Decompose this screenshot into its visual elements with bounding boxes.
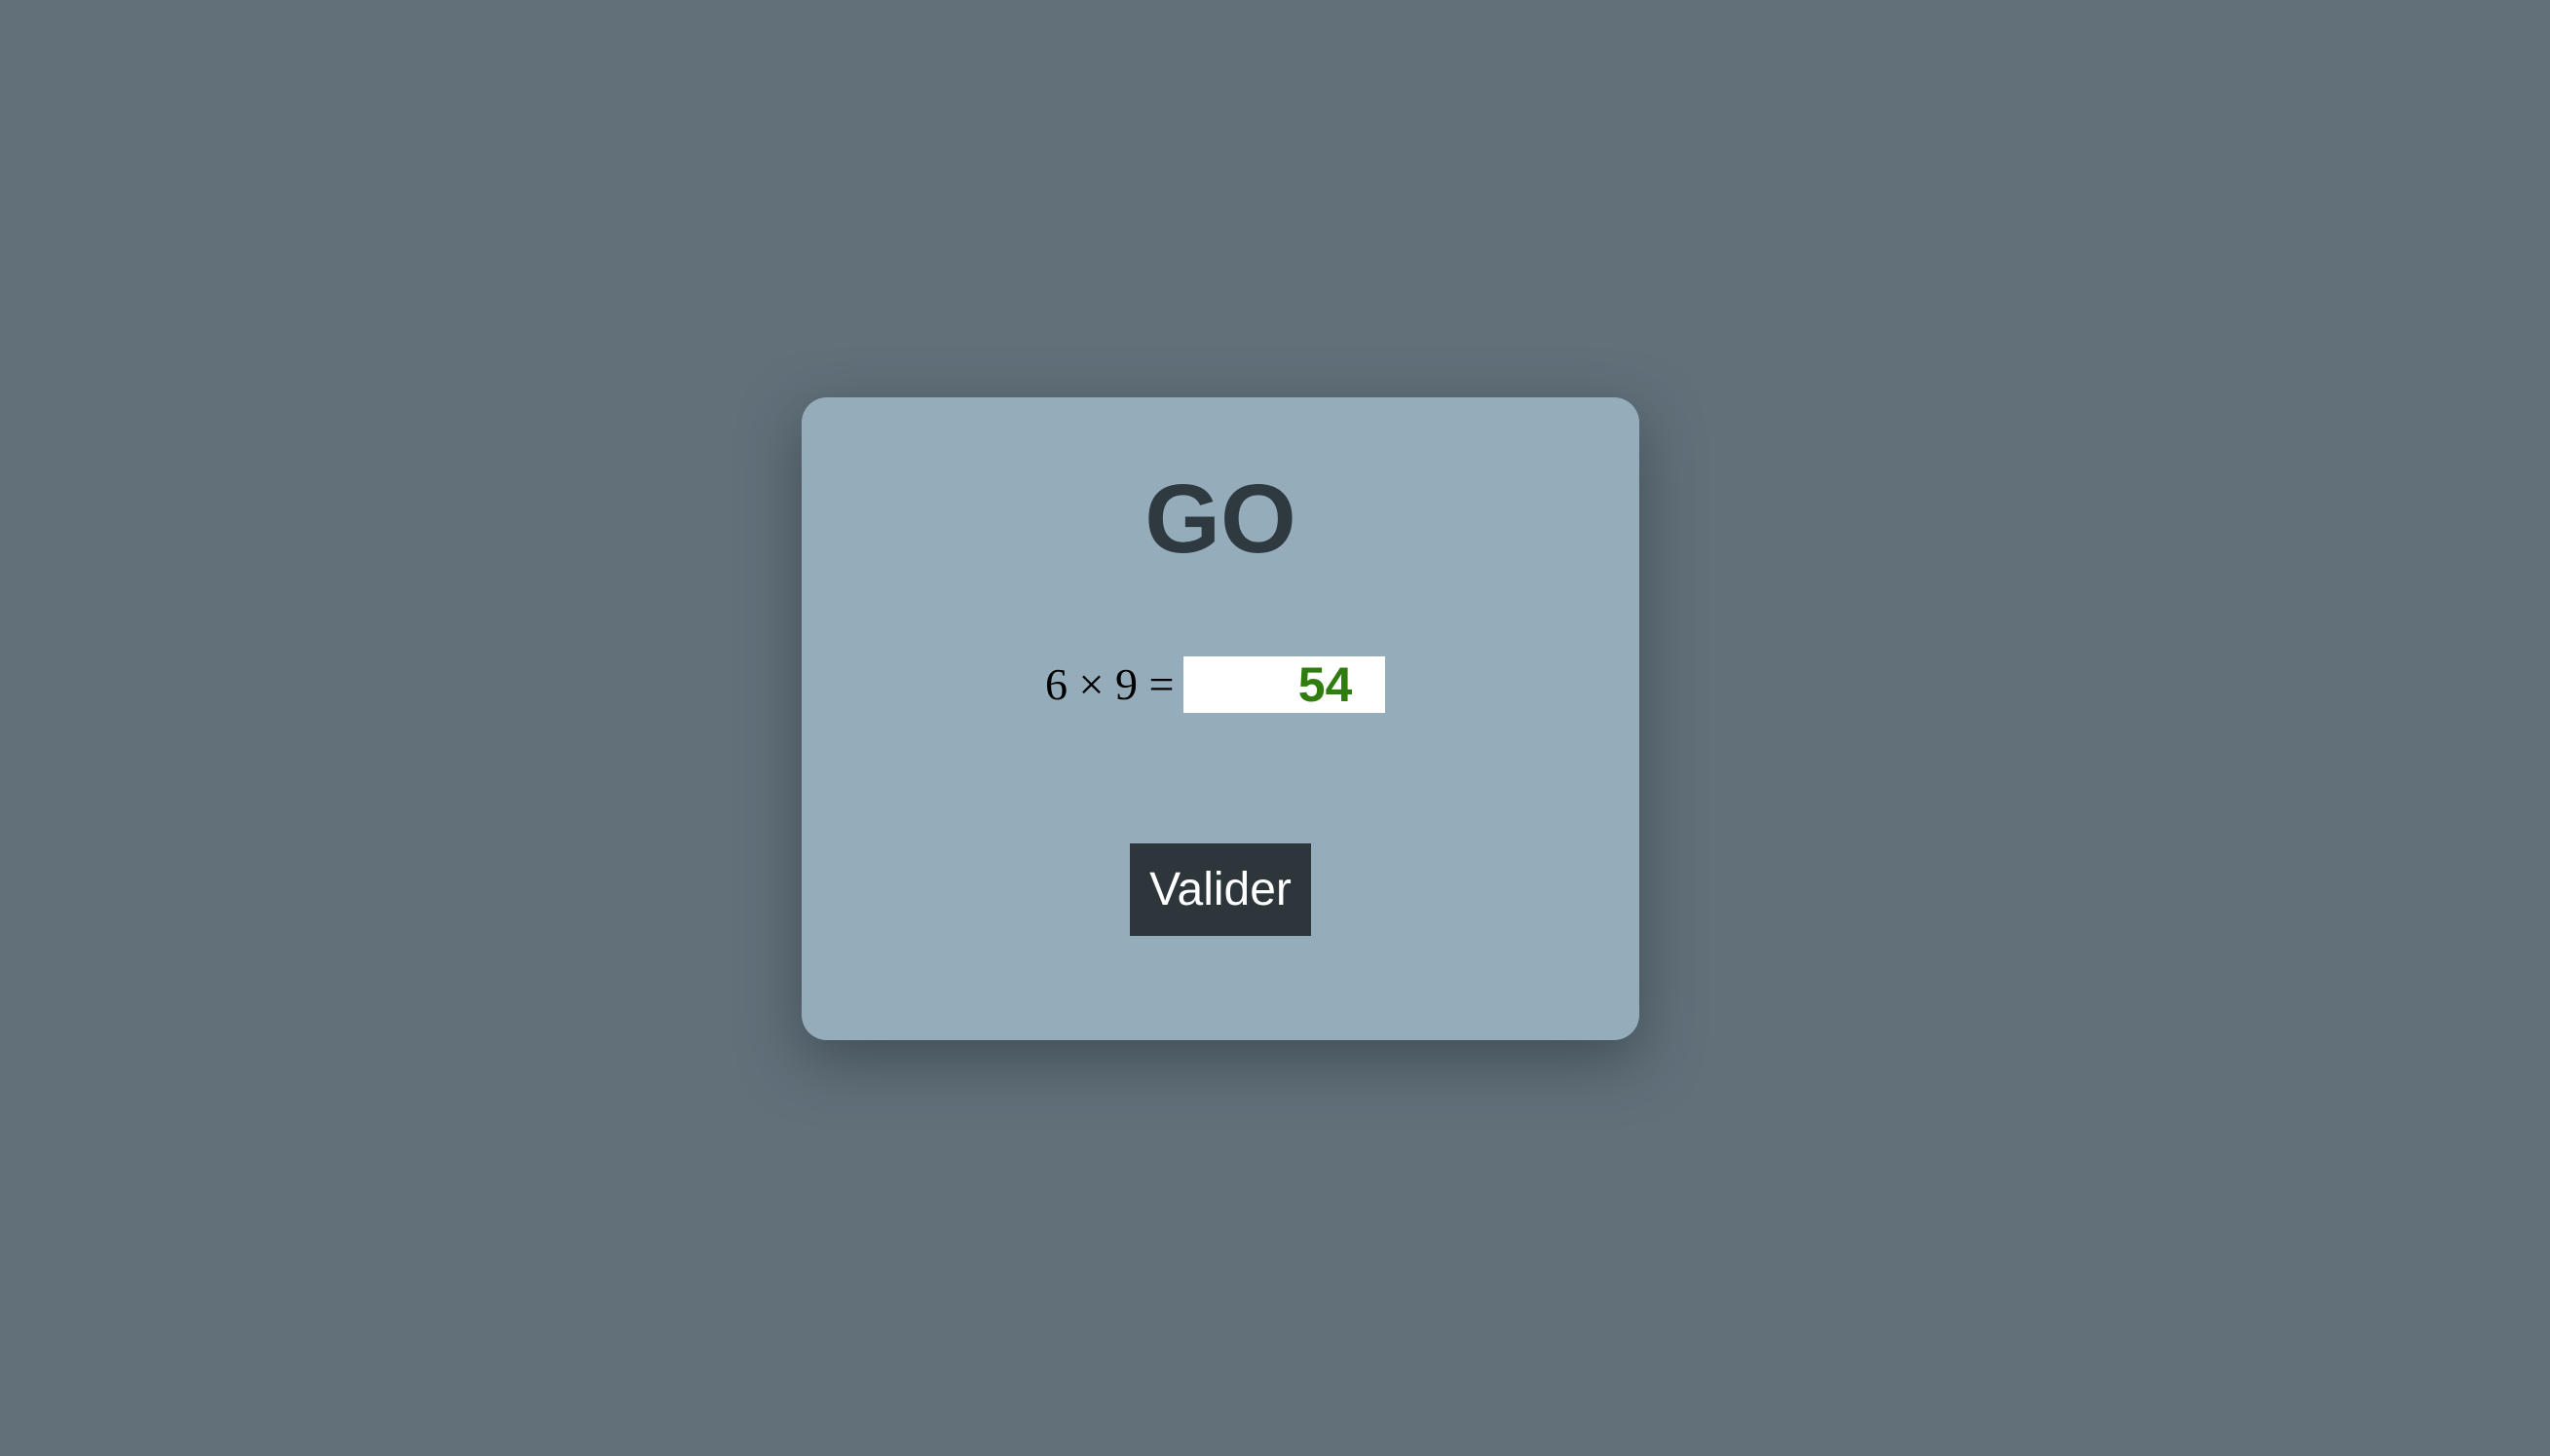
answer-input[interactable] xyxy=(1183,656,1386,713)
equation-expression: 6 × 9 = xyxy=(1045,659,1175,709)
equation-row: 6 × 9 = xyxy=(1045,654,1386,715)
quiz-card: GO 6 × 9 = Valider xyxy=(802,397,1639,1040)
card-title: GO xyxy=(1144,465,1296,574)
validate-button[interactable]: Valider xyxy=(1130,843,1311,936)
